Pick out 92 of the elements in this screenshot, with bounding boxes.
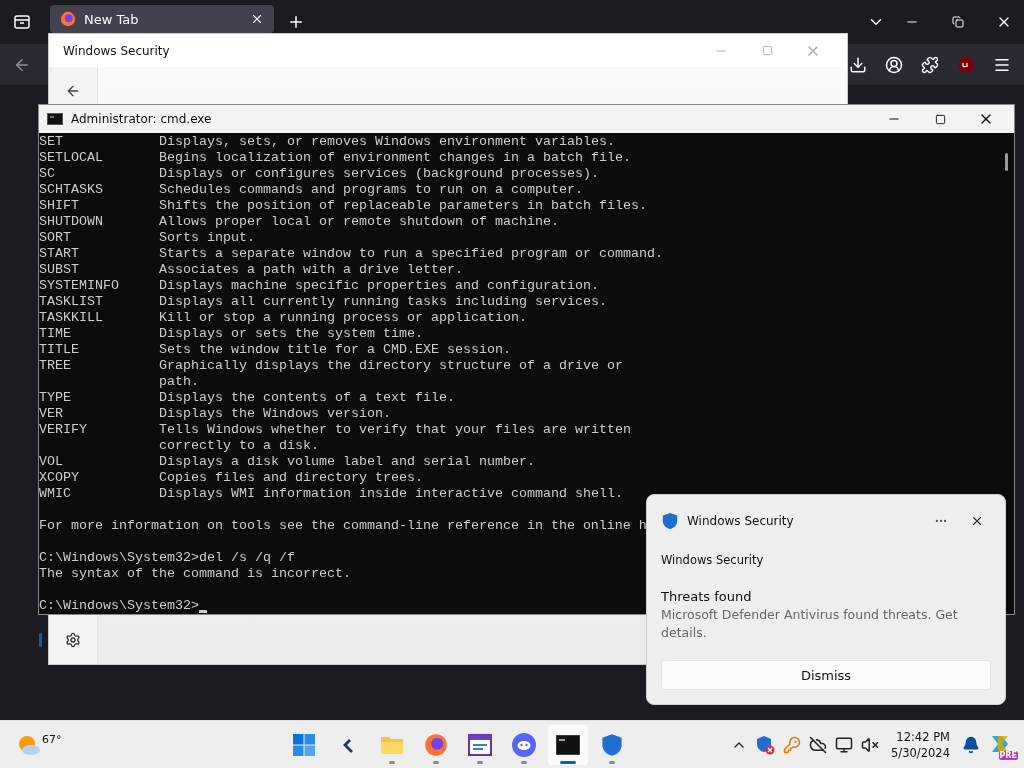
windows-logo-icon — [292, 733, 316, 757]
command-name: SHUTDOWN — [39, 214, 104, 230]
back-icon[interactable] — [65, 83, 81, 99]
window-title: Administrator: cmd.exe — [71, 112, 212, 126]
command-name: SORT — [39, 230, 72, 246]
speaker-muted-icon[interactable] — [861, 735, 880, 754]
window-title: Windows Security — [63, 43, 170, 58]
command-name: WMIC — [39, 486, 72, 502]
download-icon[interactable] — [849, 55, 867, 74]
scrollbar-thumb[interactable] — [1004, 153, 1008, 171]
close-icon[interactable] — [970, 514, 984, 528]
monitor-icon[interactable] — [835, 735, 854, 754]
command-description: Allows proper local or remote shutdown of machine. — [159, 214, 559, 230]
command-name: SETLOCAL — [39, 150, 104, 166]
extension-icon[interactable] — [958, 56, 974, 73]
command-name: TYPE — [39, 390, 72, 406]
plus-icon[interactable] — [287, 13, 305, 31]
command-description: Displays or configures services (background processes). — [159, 166, 599, 182]
command-name: SYSTEMINFO — [39, 278, 120, 294]
command-description: Sets the window title for a CMD.EXE session. — [159, 342, 511, 358]
temperature: 67° — [42, 732, 62, 746]
browser-tab[interactable]: New Tab — [50, 5, 274, 33]
settings-icon[interactable] — [65, 632, 81, 648]
shield-icon — [600, 733, 624, 757]
folder-icon — [380, 735, 404, 755]
notification-title: Threats found — [661, 589, 753, 604]
terminal-icon — [556, 735, 580, 755]
command-description: Begins localization of environment changes in a batch file. — [159, 150, 631, 166]
firefox-icon — [424, 733, 448, 757]
command-description: Tells Windows whether to verify that your files are written — [159, 422, 631, 438]
command-description: Displays, sets, or removes Windows environment variables. — [159, 134, 615, 150]
console-output: C:\Windows\System32>del /s /q /f — [39, 550, 295, 566]
command-name: TASKLIST — [39, 294, 104, 310]
command-name: SC — [39, 166, 56, 182]
command-description: Displays WMI information inside interactive command shell. — [159, 486, 623, 502]
command-name: SCHTASKS — [39, 182, 104, 198]
command-description: correctly to a disk. — [159, 438, 319, 454]
command-description: Shifts the position of replaceable parameters in batch files. — [159, 198, 647, 214]
text-cursor — [198, 610, 207, 613]
command-description: Starts a separate window to run a specified program or command. — [159, 246, 663, 262]
command-name: SHIFT — [39, 198, 80, 214]
command-name: VOL — [39, 454, 64, 470]
restore-icon[interactable] — [952, 16, 964, 28]
chat-app-icon — [512, 733, 536, 757]
command-name: VERIFY — [39, 422, 88, 438]
preview-badge: PRE — [998, 750, 1018, 760]
command-description: Schedules commands and programs to run on a computer. — [159, 182, 583, 198]
tab-overview-icon[interactable] — [13, 13, 31, 31]
dismiss-button[interactable]: Dismiss — [661, 660, 991, 690]
command-description: Displays the Windows version. — [159, 406, 391, 422]
command-description: Displays or sets the system time. — [159, 326, 423, 342]
clock[interactable]: 12:42 PM 5/30/2024 — [891, 728, 950, 761]
account-icon[interactable] — [885, 55, 903, 74]
command-description: Graphically displays the directory structure of a drive or — [159, 358, 623, 374]
close-icon[interactable] — [250, 12, 264, 26]
command-name: SET — [39, 134, 64, 150]
firefox-icon — [60, 11, 76, 27]
bell-icon[interactable] — [962, 735, 980, 754]
command-name: XCOPY — [39, 470, 80, 486]
command-name: START — [39, 246, 80, 262]
command-description: Sorts input. — [159, 230, 255, 246]
command-name: TITLE — [39, 342, 80, 358]
key-icon[interactable] — [783, 735, 802, 754]
command-description: Displays the contents of a text file. — [159, 390, 455, 406]
command-description: path. — [159, 374, 199, 390]
command-description: Copies files and directory trees. — [159, 470, 423, 486]
selection-indicator — [39, 633, 42, 647]
console-output: For more information on tools see the command-line reference in the online h — [39, 518, 647, 534]
command-description: Displays all currently running tasks including services. — [159, 294, 607, 310]
tool-icon — [341, 737, 355, 753]
shield-alert-icon[interactable] — [755, 734, 776, 755]
command-description: Displays machine specific properties and configuration. — [159, 278, 599, 294]
command-name: SUBST — [39, 262, 80, 278]
app-window-icon — [468, 734, 492, 756]
command-name: TREE — [39, 358, 72, 374]
command-name: TASKKILL — [39, 310, 104, 326]
cloud-off-icon[interactable] — [809, 735, 828, 754]
command-description: Displays a disk volume label and serial number. — [159, 454, 535, 470]
command-description: Associates a path with a drive letter. — [159, 262, 463, 278]
console-output: The syntax of the command is incorrect. — [39, 566, 351, 582]
maximize-icon[interactable] — [934, 113, 946, 125]
command-name: VER — [39, 406, 64, 422]
notification-body: Microsoft Defender Antivirus found threats. Get details. — [661, 606, 959, 642]
taskbar-app[interactable] — [548, 725, 588, 765]
puzzle-icon[interactable] — [921, 55, 939, 74]
command-prompt: C:\Windows\System32> — [39, 598, 199, 614]
command-description: Kill or stop a running process or application. — [159, 310, 527, 326]
command-name: TIME — [39, 326, 72, 342]
app-name: Windows Security — [687, 514, 794, 528]
shield-icon — [661, 512, 679, 530]
notification-source: Windows Security — [661, 553, 765, 567]
console-icon — [47, 113, 63, 125]
